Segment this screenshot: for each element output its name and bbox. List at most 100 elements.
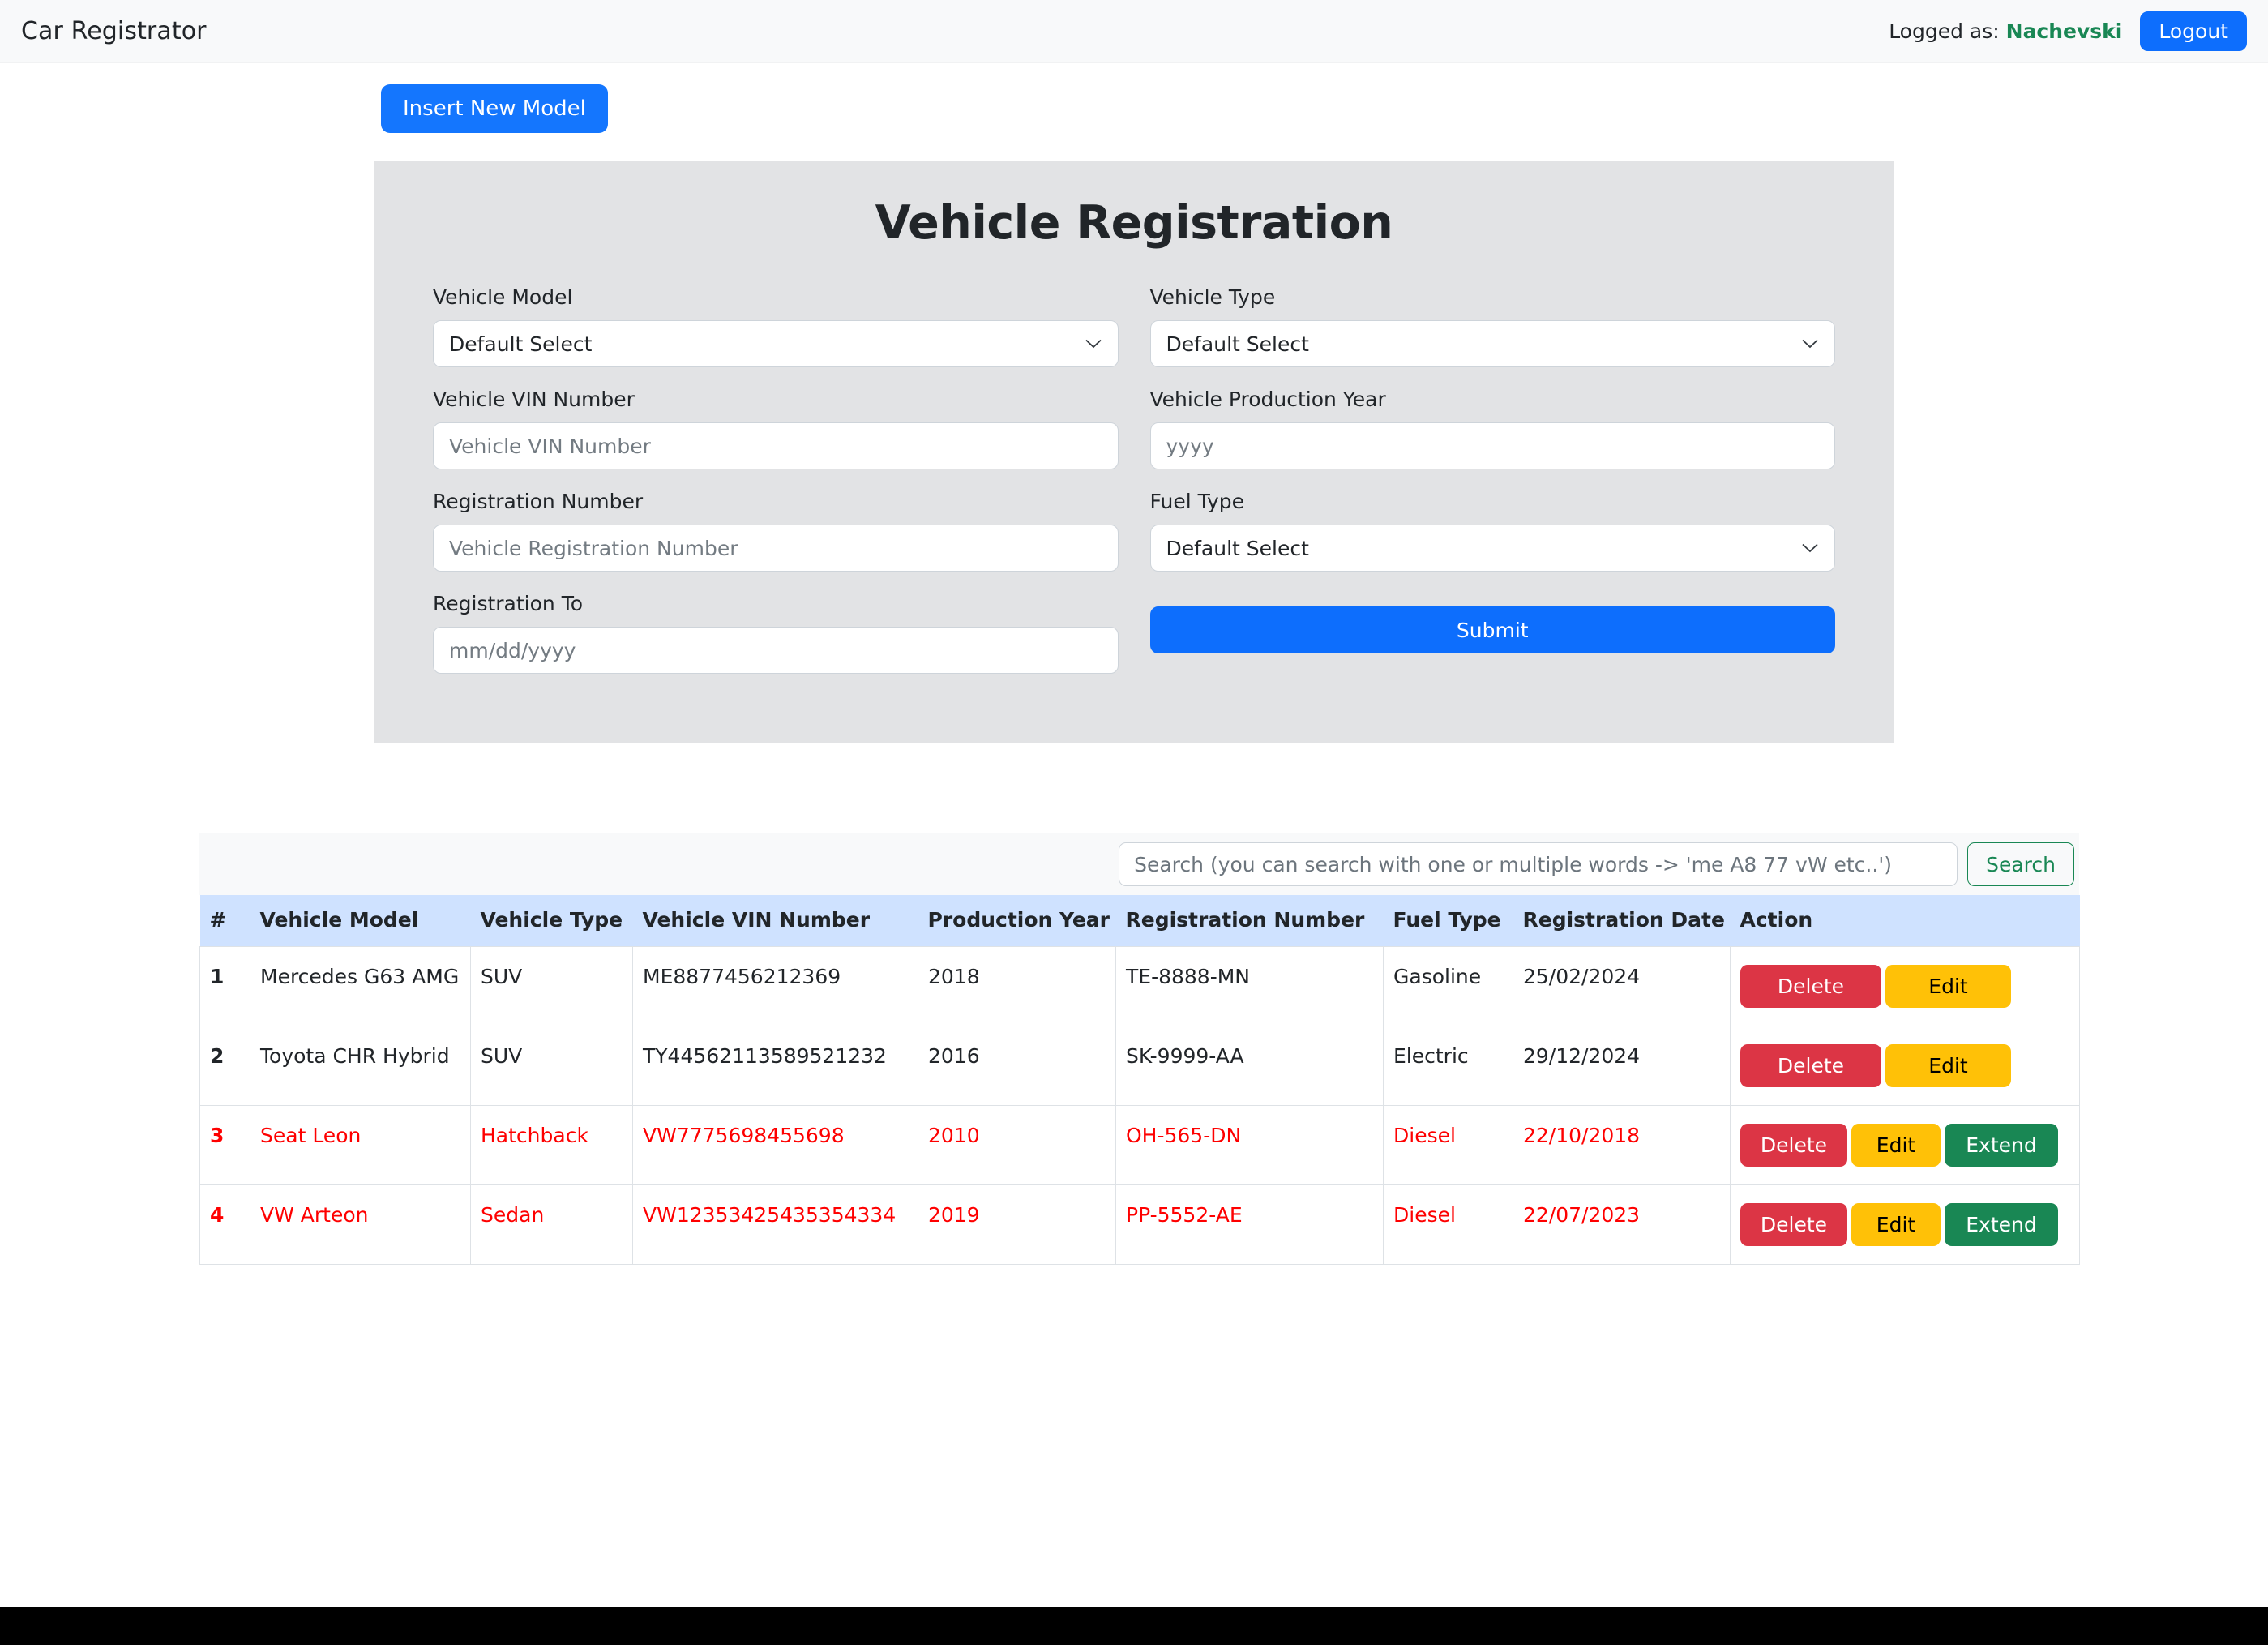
vehicles-table: # Vehicle Model Vehicle Type Vehicle VIN… (199, 895, 2080, 1265)
cell-year: 2010 (918, 1106, 1116, 1185)
cell-type: SUV (471, 1026, 633, 1106)
cell-date: 22/10/2018 (1513, 1106, 1731, 1185)
vehicles-table-card: Search # Vehicle Model Vehicle Type Vehi… (199, 833, 2079, 1265)
app-brand[interactable]: Car Registrator (21, 17, 207, 45)
logout-button[interactable]: Logout (2140, 11, 2247, 51)
cell-date: 22/07/2023 (1513, 1185, 1731, 1265)
label-registration-to: Registration To (433, 592, 1119, 616)
column-header-registration: Registration Number (1116, 895, 1384, 947)
field-vehicle-model: Vehicle Model Default Select (433, 285, 1119, 367)
edit-button[interactable]: Edit (1851, 1203, 1941, 1246)
search-input[interactable] (1119, 842, 1958, 886)
field-vehicle-type: Vehicle Type Default Select (1150, 285, 1836, 367)
field-fuel-type: Fuel Type Default Select (1150, 490, 1836, 572)
cell-index: 1 (200, 947, 250, 1026)
cell-fuel: Diesel (1384, 1185, 1513, 1265)
vin-input[interactable]: Vehicle VIN Number (433, 422, 1119, 469)
column-header-fuel: Fuel Type (1384, 895, 1513, 947)
production-year-input-placeholder: yyyy (1166, 435, 1214, 458)
cell-registration: TE-8888-MN (1116, 947, 1384, 1026)
fuel-type-select-value: Default Select (1166, 537, 1309, 560)
vehicle-model-select-value: Default Select (449, 332, 592, 356)
cell-vin: ME8877456212369 (633, 947, 918, 1026)
cell-index: 3 (200, 1106, 250, 1185)
cell-actions: DeleteEditExtend (1731, 1106, 2080, 1185)
navbar: Car Registrator Logged as: Nachevski Log… (0, 0, 2268, 63)
column-header-model: Vehicle Model (250, 895, 471, 947)
form-grid: Vehicle Model Default Select Vehicle Typ… (433, 285, 1835, 694)
cell-registration: SK-9999-AA (1116, 1026, 1384, 1106)
table-row: 3 Seat Leon Hatchback VW7775698455698 20… (200, 1106, 2080, 1185)
field-production-year: Vehicle Production Year yyyy (1150, 388, 1836, 469)
extend-button[interactable]: Extend (1945, 1203, 2058, 1246)
cell-index: 2 (200, 1026, 250, 1106)
field-vin: Vehicle VIN Number Vehicle VIN Number (433, 388, 1119, 469)
logged-as-prefix: Logged as: (1889, 19, 2000, 43)
cell-registration: OH-565-DN (1116, 1106, 1384, 1185)
column-header-year: Production Year (918, 895, 1116, 947)
form-title: Vehicle Registration (433, 196, 1835, 250)
production-year-input[interactable]: yyyy (1150, 422, 1836, 469)
table-header-row: # Vehicle Model Vehicle Type Vehicle VIN… (200, 895, 2080, 947)
registration-to-date-input[interactable]: mm/dd/yyyy (433, 627, 1119, 674)
registration-number-input[interactable]: Vehicle Registration Number (433, 525, 1119, 572)
cell-year: 2016 (918, 1026, 1116, 1106)
table-head: # Vehicle Model Vehicle Type Vehicle VIN… (200, 895, 2080, 947)
vehicle-registration-form: Vehicle Registration Vehicle Model Defau… (374, 161, 1894, 743)
cell-model: VW Arteon (250, 1185, 471, 1265)
column-header-date: Registration Date (1513, 895, 1731, 947)
field-registration-to: Registration To mm/dd/yyyy (433, 592, 1119, 674)
cell-date: 25/02/2024 (1513, 947, 1731, 1026)
table-row: 1 Mercedes G63 AMG SUV ME8877456212369 2… (200, 947, 2080, 1026)
search-bar: Search (199, 833, 2079, 895)
cell-date: 29/12/2024 (1513, 1026, 1731, 1106)
cell-model: Seat Leon (250, 1106, 471, 1185)
chevron-down-icon (1085, 339, 1102, 349)
edit-button[interactable]: Edit (1885, 1044, 2011, 1087)
cell-type: Hatchback (471, 1106, 633, 1185)
label-vehicle-model: Vehicle Model (433, 285, 1119, 310)
cell-index: 4 (200, 1185, 250, 1265)
vin-input-placeholder: Vehicle VIN Number (449, 435, 651, 458)
extend-button[interactable]: Extend (1945, 1124, 2058, 1167)
logged-as-label: Logged as: Nachevski (1889, 19, 2122, 43)
edit-button[interactable]: Edit (1885, 965, 2011, 1008)
field-registration-number: Registration Number Vehicle Registration… (433, 490, 1119, 572)
label-vin: Vehicle VIN Number (433, 388, 1119, 412)
table-row: 2 Toyota CHR Hybrid SUV TY44562113589521… (200, 1026, 2080, 1106)
insert-new-model-button[interactable]: Insert New Model (381, 84, 608, 133)
fuel-type-select[interactable]: Default Select (1150, 525, 1836, 572)
registration-to-date-placeholder: mm/dd/yyyy (449, 639, 576, 662)
submit-button[interactable]: Submit (1150, 606, 1836, 653)
column-header-action: Action (1731, 895, 2080, 947)
field-submit: Submit (1150, 592, 1836, 674)
delete-button[interactable]: Delete (1740, 965, 1881, 1008)
delete-button[interactable]: Delete (1740, 1203, 1847, 1246)
cell-fuel: Electric (1384, 1026, 1513, 1106)
cell-type: SUV (471, 947, 633, 1026)
cell-year: 2019 (918, 1185, 1116, 1265)
table-body: 1 Mercedes G63 AMG SUV ME8877456212369 2… (200, 947, 2080, 1265)
cell-type: Sedan (471, 1185, 633, 1265)
vehicle-type-select-value: Default Select (1166, 332, 1309, 356)
edit-button[interactable]: Edit (1851, 1124, 1941, 1167)
label-production-year: Vehicle Production Year (1150, 388, 1836, 412)
vehicle-model-select[interactable]: Default Select (433, 320, 1119, 367)
table-row: 4 VW Arteon Sedan VW12353425435354334 20… (200, 1185, 2080, 1265)
toolbar: Insert New Model (0, 63, 2268, 133)
cell-model: Toyota CHR Hybrid (250, 1026, 471, 1106)
chevron-down-icon (1802, 339, 1818, 349)
cell-vin: VW7775698455698 (633, 1106, 918, 1185)
delete-button[interactable]: Delete (1740, 1124, 1847, 1167)
cell-actions: DeleteEdit (1731, 947, 2080, 1026)
label-vehicle-type: Vehicle Type (1150, 285, 1836, 310)
cell-actions: DeleteEdit (1731, 1026, 2080, 1106)
cell-vin: TY44562113589521232 (633, 1026, 918, 1106)
cell-actions: DeleteEditExtend (1731, 1185, 2080, 1265)
vehicle-type-select[interactable]: Default Select (1150, 320, 1836, 367)
search-button[interactable]: Search (1967, 842, 2074, 886)
delete-button[interactable]: Delete (1740, 1044, 1881, 1087)
column-header-index: # (200, 895, 250, 947)
cell-registration: PP-5552-AE (1116, 1185, 1384, 1265)
navbar-right: Logged as: Nachevski Logout (1889, 11, 2247, 51)
